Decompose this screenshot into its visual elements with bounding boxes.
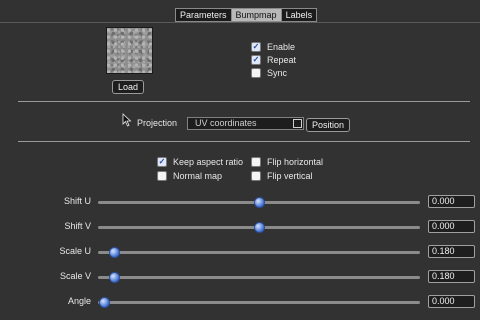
shift-v-label: Shift V	[64, 221, 91, 231]
tab-parameters[interactable]: Parameters	[175, 8, 232, 22]
flip-horizontal-checkbox[interactable]	[251, 156, 261, 167]
tab-bumpmap[interactable]: Bumpmap	[230, 8, 282, 22]
enable-option[interactable]: ✓ Enable	[251, 41, 295, 52]
scale-u-knob[interactable]	[109, 247, 121, 258]
divider-top	[18, 101, 470, 102]
projection-label: Projection	[137, 118, 178, 128]
enable-checkbox[interactable]: ✓	[251, 41, 261, 52]
angle-label: Angle	[67, 296, 91, 306]
shift-v-track[interactable]	[98, 222, 420, 233]
shift-u-knob[interactable]	[254, 197, 265, 208]
position-button[interactable]: Position	[306, 118, 350, 132]
scale-v-track[interactable]	[98, 272, 420, 283]
flip-horizontal-label: Flip horizontal	[267, 156, 324, 167]
shift-u-track[interactable]	[98, 197, 420, 208]
normal-map-checkbox[interactable]	[157, 170, 167, 181]
scale-u-value[interactable]: 0.180	[428, 245, 475, 258]
repeat-label: Repeat	[267, 54, 297, 65]
texture-preview	[106, 27, 153, 74]
tab-labels[interactable]: Labels	[280, 8, 318, 22]
shift-u-value[interactable]: 0.000	[428, 195, 475, 208]
shift-v-value[interactable]: 0.000	[428, 220, 475, 233]
repeat-checkbox[interactable]: ✓	[251, 54, 261, 65]
normal-map-label: Normal map	[173, 170, 223, 181]
angle-knob[interactable]	[99, 297, 111, 308]
load-button[interactable]: Load	[112, 80, 144, 94]
keep-aspect-option[interactable]: ✓ Keep aspect ratio	[157, 156, 243, 167]
angle-track[interactable]	[98, 297, 420, 308]
scale-u-track[interactable]	[98, 247, 420, 258]
flip-vertical-label: Flip vertical	[267, 170, 313, 181]
repeat-option[interactable]: ✓ Repeat	[251, 54, 296, 65]
scale-u-label: Scale U	[59, 246, 91, 256]
keep-aspect-checkbox[interactable]: ✓	[157, 156, 167, 167]
flip-horizontal-option[interactable]: Flip horizontal	[251, 156, 323, 167]
angle-value[interactable]: 0.000	[428, 295, 475, 308]
sync-checkbox[interactable]	[251, 67, 261, 78]
scale-v-label: Scale V	[59, 271, 91, 281]
tab-bar: Parameters Bumpmap Labels	[175, 8, 318, 22]
normal-map-option[interactable]: Normal map	[157, 170, 222, 181]
tab-separator	[0, 22, 480, 23]
enable-label: Enable	[267, 41, 296, 52]
mouse-pointer-icon	[122, 113, 132, 127]
sync-label: Sync	[267, 67, 288, 78]
flip-vertical-option[interactable]: Flip vertical	[251, 170, 313, 181]
flip-vertical-checkbox[interactable]	[251, 170, 261, 181]
projection-value: UV coordinates	[195, 118, 257, 128]
projection-select[interactable]: UV coordinates	[187, 117, 304, 130]
scale-v-knob[interactable]	[109, 272, 121, 283]
dropdown-icon	[293, 119, 302, 128]
shift-v-knob[interactable]	[254, 222, 265, 233]
shift-u-label: Shift U	[63, 196, 91, 206]
scale-v-value[interactable]: 0.180	[428, 270, 475, 283]
sync-option[interactable]: Sync	[251, 67, 287, 78]
divider-middle	[18, 141, 470, 142]
keep-aspect-label: Keep aspect ratio	[173, 156, 244, 167]
